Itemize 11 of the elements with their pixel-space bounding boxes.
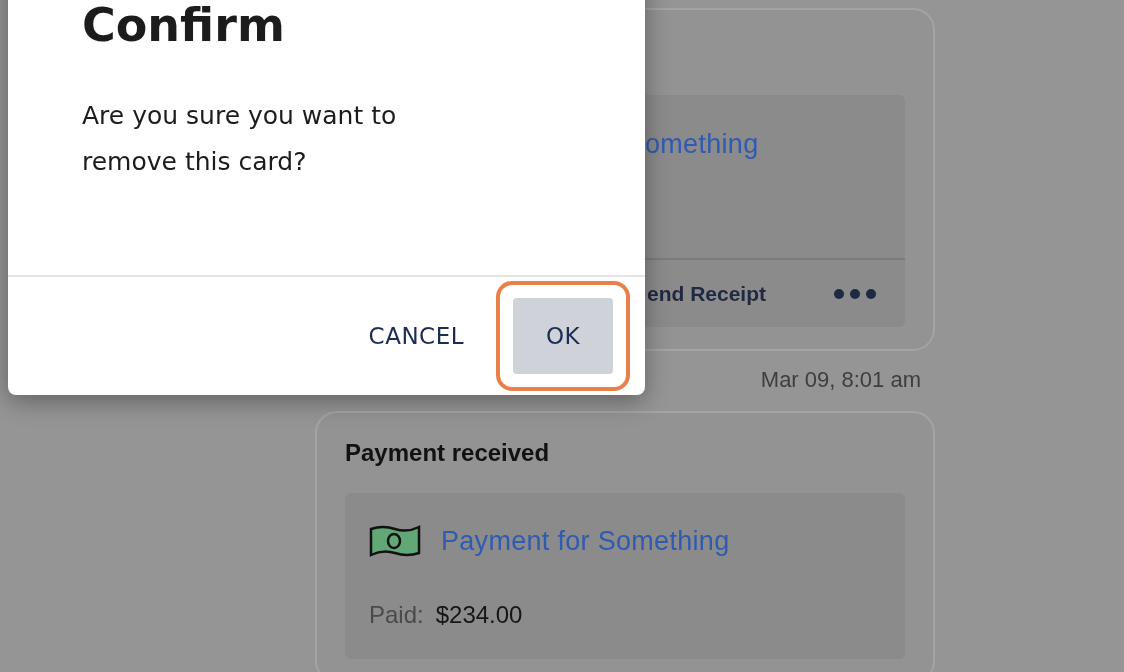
dialog-title: Confirm (81, 0, 286, 54)
timestamp: Mar 09, 8:01 am (760, 367, 921, 393)
more-icon[interactable] (833, 287, 877, 300)
ok-button[interactable]: OK (513, 298, 613, 374)
card-heading: Payment received (345, 439, 551, 467)
cash-icon (369, 523, 421, 559)
send-receipt-link[interactable]: end Receipt (647, 281, 767, 306)
paid-label: Paid: (369, 601, 424, 629)
paid-amount: $234.00 (435, 601, 523, 629)
dialog-message: Are you sure you want to remove this card? (82, 100, 398, 179)
cancel-button[interactable]: CANCEL (368, 323, 464, 349)
